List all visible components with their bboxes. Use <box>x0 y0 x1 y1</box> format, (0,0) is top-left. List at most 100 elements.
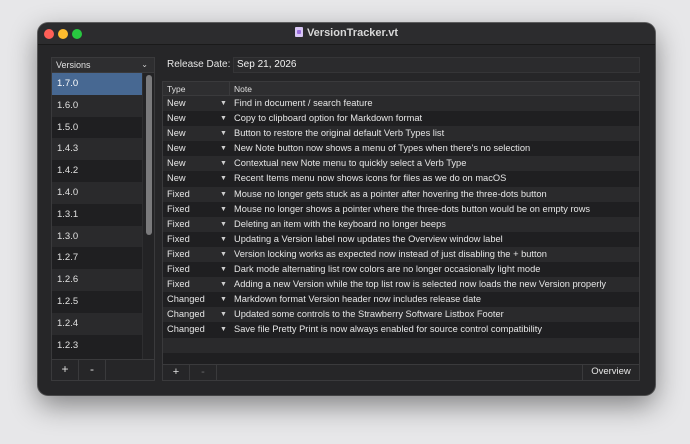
type-cell[interactable]: Fixed <box>167 277 227 292</box>
overview-button[interactable]: Overview <box>582 365 639 380</box>
type-cell[interactable]: Fixed <box>167 187 227 202</box>
version-list-item[interactable]: 1.6.0 <box>52 94 143 117</box>
type-cell[interactable]: Fixed <box>167 217 227 232</box>
table-row[interactable]: Fixed ▼ Dark mode alternating list row col… <box>163 262 639 278</box>
type-cell[interactable]: Fixed <box>167 247 227 262</box>
type-cell[interactable]: Changed <box>167 322 227 337</box>
note-cell[interactable]: Deleting an item with the keyboard no lo… <box>234 217 446 232</box>
note-cell[interactable]: Button to restore the original default V… <box>234 126 444 141</box>
chevron-down-icon: ⌄ <box>141 60 148 69</box>
type-cell[interactable]: New <box>167 156 227 171</box>
note-cell[interactable]: Copy to clipboard option for Markdown fo… <box>234 111 422 126</box>
note-cell[interactable]: Find in document / search feature <box>234 96 373 111</box>
versions-panel: Versions ⌄ 1.7.0 1.6.0 1.5.0 1.4.3 1.4.2 1.4.… <box>51 57 155 381</box>
triangle-down-icon[interactable]: ▼ <box>220 277 227 292</box>
type-cell[interactable]: Fixed <box>167 232 227 247</box>
version-list-item[interactable]: 1.7.0 <box>52 73 143 95</box>
versions-popup-button[interactable]: Versions ⌄ <box>52 58 154 73</box>
type-cell[interactable]: Fixed <box>167 262 227 277</box>
triangle-down-icon[interactable]: ▼ <box>220 247 227 262</box>
version-list-item[interactable]: 1.4.2 <box>52 160 143 182</box>
table-row[interactable]: New ▼ New Note button now shows a menu of … <box>163 141 639 157</box>
version-list-item[interactable]: 1.2.6 <box>52 269 143 291</box>
table-row[interactable]: Fixed ▼ Version locking works as expected … <box>163 246 639 263</box>
note-cell[interactable]: Save file Pretty Print is now always ena… <box>234 322 542 337</box>
version-list-item[interactable]: 1.4.0 <box>52 181 143 204</box>
type-cell[interactable]: Changed <box>167 292 227 307</box>
version-list-item[interactable]: 1.2.4 <box>52 312 143 335</box>
versions-list[interactable]: 1.7.0 1.6.0 1.5.0 1.4.3 1.4.2 1.4.0 1.3.1 1.3.0… <box>52 73 143 359</box>
add-note-button[interactable]: + <box>163 365 190 380</box>
remove-note-button[interactable]: - <box>190 365 217 380</box>
note-cell[interactable]: Updating a Version label now updates the… <box>234 232 503 247</box>
type-cell[interactable]: New <box>167 96 227 111</box>
triangle-down-icon[interactable]: ▼ <box>220 307 227 322</box>
version-list-item[interactable]: 1.2.5 <box>52 290 143 313</box>
version-list-item[interactable]: 1.4.3 <box>52 138 143 161</box>
table-row[interactable]: Fixed ▼ Deleting an item with the keyboard… <box>163 216 639 232</box>
remove-version-button[interactable]: - <box>79 360 106 380</box>
type-cell[interactable]: New <box>167 141 227 156</box>
table-row[interactable]: Fixed ▼ Updating a Version label now updat… <box>163 231 639 247</box>
version-list-item[interactable]: 1.3.1 <box>52 203 143 226</box>
version-list-item[interactable]: 1.3.0 <box>52 225 143 248</box>
versions-list-footer: + - <box>52 359 154 380</box>
type-cell[interactable]: Changed <box>167 307 227 322</box>
table-row[interactable]: New ▼ Button to restore the original defau… <box>163 126 639 142</box>
table-row[interactable]: New ▼ Copy to clipboard option for Markdow… <box>163 111 639 127</box>
table-row[interactable]: Fixed ▼ Adding a new Version while the top… <box>163 277 639 293</box>
type-cell[interactable]: New <box>167 126 227 141</box>
triangle-down-icon[interactable]: ▼ <box>220 217 227 232</box>
triangle-down-icon[interactable]: ▼ <box>220 187 227 202</box>
table-row[interactable]: Fixed ▼ Mouse no longer gets stuck as a po… <box>163 186 639 202</box>
note-cell[interactable]: Mouse no longer gets stuck as a pointer … <box>234 187 547 202</box>
notes-table: Type Note New ▼ Find in document / search … <box>162 81 640 381</box>
triangle-down-icon[interactable]: ▼ <box>220 262 227 277</box>
version-list-item[interactable]: 1.2.3 <box>52 334 143 357</box>
note-cell[interactable]: Mouse no longer shows a pointer where th… <box>234 202 590 217</box>
type-cell[interactable]: Fixed <box>167 202 227 217</box>
table-row[interactable]: Fixed ▼ Mouse no longer shows a pointer wh… <box>163 201 639 217</box>
document-icon <box>294 27 303 37</box>
table-row[interactable] <box>163 337 639 353</box>
triangle-down-icon[interactable]: ▼ <box>220 292 227 307</box>
versions-header-label: Versions <box>56 60 91 70</box>
type-cell[interactable]: New <box>167 171 227 186</box>
note-cell[interactable]: Recent Items menu now shows icons for fi… <box>234 171 506 186</box>
version-list-item[interactable]: 1.2.7 <box>52 247 143 270</box>
notes-table-footer: + - Overview <box>163 364 639 380</box>
versions-scrollbar[interactable] <box>142 73 154 359</box>
triangle-down-icon[interactable]: ▼ <box>220 202 227 217</box>
triangle-down-icon[interactable]: ▼ <box>220 126 227 141</box>
triangle-down-icon[interactable]: ▼ <box>220 111 227 126</box>
table-row[interactable]: New ▼ Find in document / search feature <box>163 96 639 112</box>
note-cell[interactable]: Updated some controls to the Strawberry … <box>234 307 504 322</box>
note-cell[interactable]: Contextual new Note menu to quickly sele… <box>234 156 466 171</box>
triangle-down-icon[interactable]: ▼ <box>220 96 227 111</box>
type-column-header[interactable]: Type <box>163 82 230 96</box>
version-list-item[interactable]: 1.5.0 <box>52 116 143 139</box>
add-version-button[interactable]: + <box>52 360 79 380</box>
triangle-down-icon[interactable]: ▼ <box>220 141 227 156</box>
note-cell[interactable]: Adding a new Version while the top list … <box>234 277 606 292</box>
triangle-down-icon[interactable]: ▼ <box>220 156 227 171</box>
note-cell[interactable]: Version locking works as expected now in… <box>234 247 547 262</box>
table-row[interactable]: New ▼ Recent Items menu now shows icons fo… <box>163 171 639 187</box>
triangle-down-icon[interactable]: ▼ <box>220 232 227 247</box>
table-row[interactable]: Changed ▼ Save file Pretty Print is now al… <box>163 322 639 338</box>
window-title: VersionTracker.vt <box>38 27 655 39</box>
note-column-header[interactable]: Note <box>230 82 639 96</box>
versions-scrollbar-thumb[interactable] <box>146 75 152 235</box>
table-row[interactable]: New ▼ Contextual new Note menu to quickly … <box>163 156 639 172</box>
note-cell[interactable]: New Note button now shows a menu of Type… <box>234 141 530 156</box>
type-cell[interactable]: New <box>167 111 227 126</box>
table-row[interactable]: Changed ▼ Markdown format Version header n… <box>163 292 639 308</box>
release-date-field[interactable]: Sep 21, 2026 <box>233 57 640 73</box>
window-title-text: VersionTracker.vt <box>306 27 399 39</box>
triangle-down-icon[interactable]: ▼ <box>220 171 227 186</box>
note-cell[interactable]: Markdown format Version header now inclu… <box>234 292 481 307</box>
triangle-down-icon[interactable]: ▼ <box>220 322 227 337</box>
table-row[interactable]: Changed ▼ Updated some controls to the Str… <box>163 307 639 323</box>
note-cell[interactable]: Dark mode alternating list row colors ar… <box>234 262 540 277</box>
notes-table-header: Type Note <box>163 82 639 96</box>
